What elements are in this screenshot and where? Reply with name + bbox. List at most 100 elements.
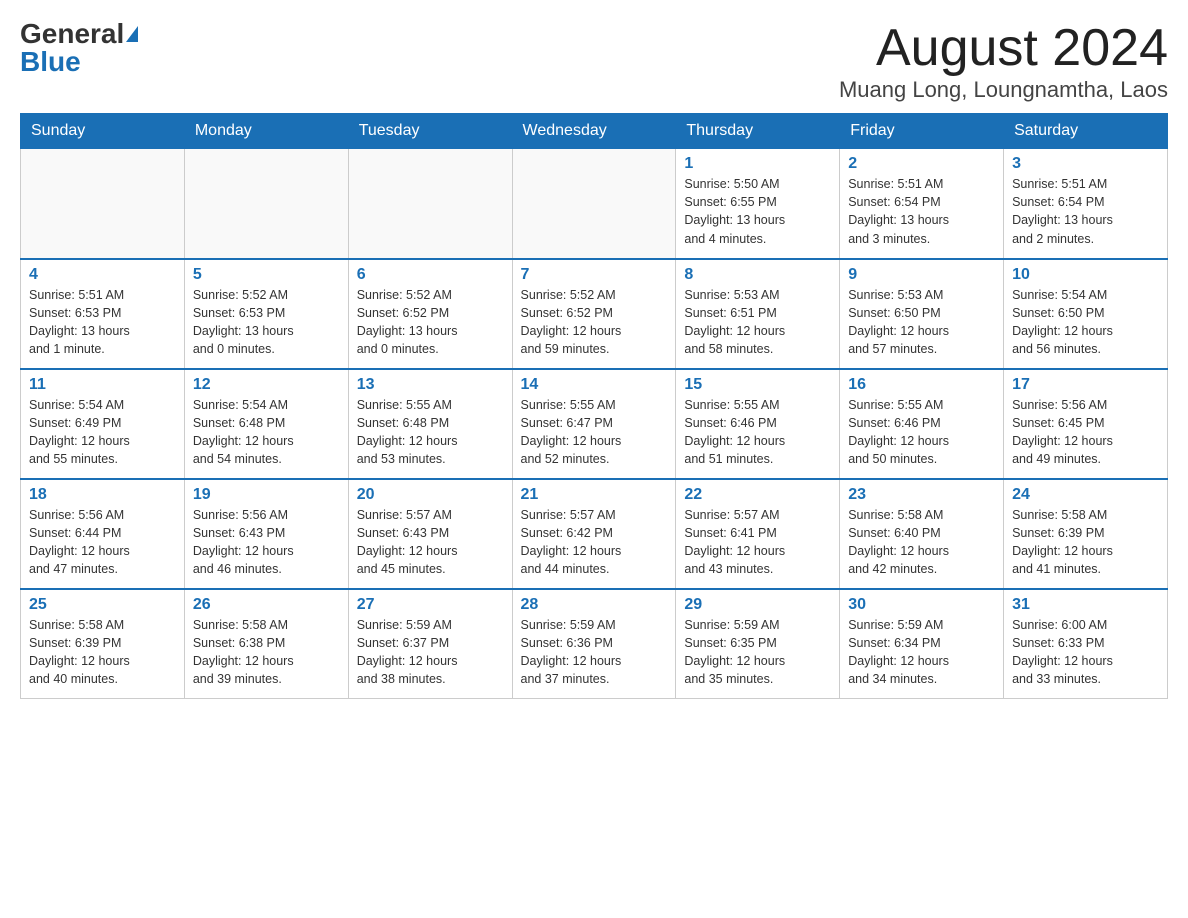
calendar-cell: 20 Sunrise: 5:57 AMSunset: 6:43 PMDayligh… [348,479,512,589]
weekday-header-wednesday: Wednesday [512,114,676,149]
day-number: 27 [357,596,504,614]
day-number: 22 [684,486,831,504]
day-number: 23 [848,486,995,504]
calendar-cell: 26 Sunrise: 5:58 AMSunset: 6:38 PMDayligh… [184,589,348,699]
day-number: 19 [193,486,340,504]
day-number: 21 [521,486,668,504]
day-number: 6 [357,266,504,284]
calendar-cell: 22 Sunrise: 5:57 AMSunset: 6:41 PMDayligh… [676,479,840,589]
day-number: 31 [1012,596,1159,614]
calendar-cell: 13 Sunrise: 5:55 AMSunset: 6:48 PMDayligh… [348,369,512,479]
day-info: Sunrise: 5:58 AMSunset: 6:38 PMDaylight:… [193,618,294,686]
calendar-cell: 7Sunrise: 5:52 AMSunset: 6:52 PMDaylight… [512,259,676,369]
day-info: Sunrise: 5:52 AMSunset: 6:52 PMDaylight:… [521,288,622,356]
calendar-cell: 19 Sunrise: 5:56 AMSunset: 6:43 PMDayligh… [184,479,348,589]
logo: General Blue [20,20,138,76]
week-row-2: 4Sunrise: 5:51 AMSunset: 6:53 PMDaylight… [21,259,1168,369]
calendar-cell: 9 Sunrise: 5:53 AMSunset: 6:50 PMDaylight… [840,259,1004,369]
day-info: Sunrise: 5:53 AMSunset: 6:50 PMDaylight:… [848,288,949,356]
week-row-4: 18Sunrise: 5:56 AMSunset: 6:44 PMDayligh… [21,479,1168,589]
calendar-cell: 27 Sunrise: 5:59 AMSunset: 6:37 PMDayligh… [348,589,512,699]
day-info: Sunrise: 5:54 AMSunset: 6:50 PMDaylight:… [1012,288,1113,356]
title-block: August 2024 Muang Long, Loungnamtha, Lao… [839,20,1168,103]
day-number: 10 [1012,266,1159,284]
calendar-cell: 23 Sunrise: 5:58 AMSunset: 6:40 PMDayligh… [840,479,1004,589]
weekday-header-monday: Monday [184,114,348,149]
weekday-header-saturday: Saturday [1004,114,1168,149]
day-info: Sunrise: 5:58 AMSunset: 6:39 PMDaylight:… [29,618,130,686]
calendar-cell: 2 Sunrise: 5:51 AMSunset: 6:54 PMDaylight… [840,149,1004,259]
day-info: Sunrise: 5:57 AMSunset: 6:42 PMDaylight:… [521,508,622,576]
day-number: 8 [684,266,831,284]
weekday-header-tuesday: Tuesday [348,114,512,149]
calendar-header-row: SundayMondayTuesdayWednesdayThursdayFrid… [21,114,1168,149]
calendar-cell: 6 Sunrise: 5:52 AMSunset: 6:52 PMDaylight… [348,259,512,369]
week-row-5: 25 Sunrise: 5:58 AMSunset: 6:39 PMDayligh… [21,589,1168,699]
day-number: 12 [193,376,340,394]
day-info: Sunrise: 5:54 AMSunset: 6:48 PMDaylight:… [193,398,294,466]
day-info: Sunrise: 5:54 AMSunset: 6:49 PMDaylight:… [29,398,130,466]
day-info: Sunrise: 5:57 AMSunset: 6:43 PMDaylight:… [357,508,458,576]
day-number: 11 [29,376,176,394]
day-number: 1 [684,155,831,173]
calendar-table: SundayMondayTuesdayWednesdayThursdayFrid… [20,113,1168,699]
day-info: Sunrise: 5:56 AMSunset: 6:44 PMDaylight:… [29,508,130,576]
day-info: Sunrise: 5:53 AMSunset: 6:51 PMDaylight:… [684,288,785,356]
day-info: Sunrise: 5:59 AMSunset: 6:36 PMDaylight:… [521,618,622,686]
calendar-cell: 15Sunrise: 5:55 AMSunset: 6:46 PMDayligh… [676,369,840,479]
day-info: Sunrise: 5:52 AMSunset: 6:52 PMDaylight:… [357,288,458,356]
day-info: Sunrise: 5:50 AMSunset: 6:55 PMDaylight:… [684,177,785,245]
calendar-cell: 31 Sunrise: 6:00 AMSunset: 6:33 PMDayligh… [1004,589,1168,699]
day-info: Sunrise: 5:52 AMSunset: 6:53 PMDaylight:… [193,288,294,356]
day-number: 14 [521,376,668,394]
day-number: 15 [684,376,831,394]
calendar-cell: 11 Sunrise: 5:54 AMSunset: 6:49 PMDayligh… [21,369,185,479]
day-info: Sunrise: 5:57 AMSunset: 6:41 PMDaylight:… [684,508,785,576]
week-row-3: 11 Sunrise: 5:54 AMSunset: 6:49 PMDayligh… [21,369,1168,479]
calendar-cell: 10 Sunrise: 5:54 AMSunset: 6:50 PMDayligh… [1004,259,1168,369]
day-info: Sunrise: 5:51 AMSunset: 6:53 PMDaylight:… [29,288,130,356]
calendar-cell: 12 Sunrise: 5:54 AMSunset: 6:48 PMDayligh… [184,369,348,479]
calendar-cell: 1 Sunrise: 5:50 AMSunset: 6:55 PMDaylight… [676,149,840,259]
day-info: Sunrise: 5:51 AMSunset: 6:54 PMDaylight:… [848,177,949,245]
day-info: Sunrise: 5:56 AMSunset: 6:43 PMDaylight:… [193,508,294,576]
calendar-cell: 25 Sunrise: 5:58 AMSunset: 6:39 PMDayligh… [21,589,185,699]
day-info: Sunrise: 5:59 AMSunset: 6:37 PMDaylight:… [357,618,458,686]
calendar-cell: 5Sunrise: 5:52 AMSunset: 6:53 PMDaylight… [184,259,348,369]
day-number: 17 [1012,376,1159,394]
weekday-header-friday: Friday [840,114,1004,149]
calendar-cell: 28Sunrise: 5:59 AMSunset: 6:36 PMDayligh… [512,589,676,699]
day-number: 29 [684,596,831,614]
calendar-cell [184,149,348,259]
day-number: 26 [193,596,340,614]
day-number: 30 [848,596,995,614]
calendar-cell: 24 Sunrise: 5:58 AMSunset: 6:39 PMDayligh… [1004,479,1168,589]
day-number: 2 [848,155,995,173]
day-number: 25 [29,596,176,614]
month-title: August 2024 [839,20,1168,77]
calendar-cell: 3Sunrise: 5:51 AMSunset: 6:54 PMDaylight… [1004,149,1168,259]
day-number: 20 [357,486,504,504]
day-info: Sunrise: 5:58 AMSunset: 6:40 PMDaylight:… [848,508,949,576]
calendar-cell: 14 Sunrise: 5:55 AMSunset: 6:47 PMDayligh… [512,369,676,479]
calendar-cell: 17Sunrise: 5:56 AMSunset: 6:45 PMDayligh… [1004,369,1168,479]
day-info: Sunrise: 5:58 AMSunset: 6:39 PMDaylight:… [1012,508,1113,576]
calendar-cell: 4Sunrise: 5:51 AMSunset: 6:53 PMDaylight… [21,259,185,369]
day-info: Sunrise: 5:59 AMSunset: 6:35 PMDaylight:… [684,618,785,686]
day-info: Sunrise: 5:55 AMSunset: 6:47 PMDaylight:… [521,398,622,466]
calendar-cell: 21 Sunrise: 5:57 AMSunset: 6:42 PMDayligh… [512,479,676,589]
calendar-cell [21,149,185,259]
day-number: 9 [848,266,995,284]
logo-general-text: General [20,20,124,48]
weekday-header-thursday: Thursday [676,114,840,149]
week-row-1: 1 Sunrise: 5:50 AMSunset: 6:55 PMDaylight… [21,149,1168,259]
day-info: Sunrise: 5:59 AMSunset: 6:34 PMDaylight:… [848,618,949,686]
calendar-cell: 18Sunrise: 5:56 AMSunset: 6:44 PMDayligh… [21,479,185,589]
day-info: Sunrise: 5:55 AMSunset: 6:48 PMDaylight:… [357,398,458,466]
calendar-cell [512,149,676,259]
day-number: 24 [1012,486,1159,504]
location-title: Muang Long, Loungnamtha, Laos [839,77,1168,103]
day-number: 3 [1012,155,1159,173]
day-number: 13 [357,376,504,394]
day-info: Sunrise: 6:00 AMSunset: 6:33 PMDaylight:… [1012,618,1113,686]
